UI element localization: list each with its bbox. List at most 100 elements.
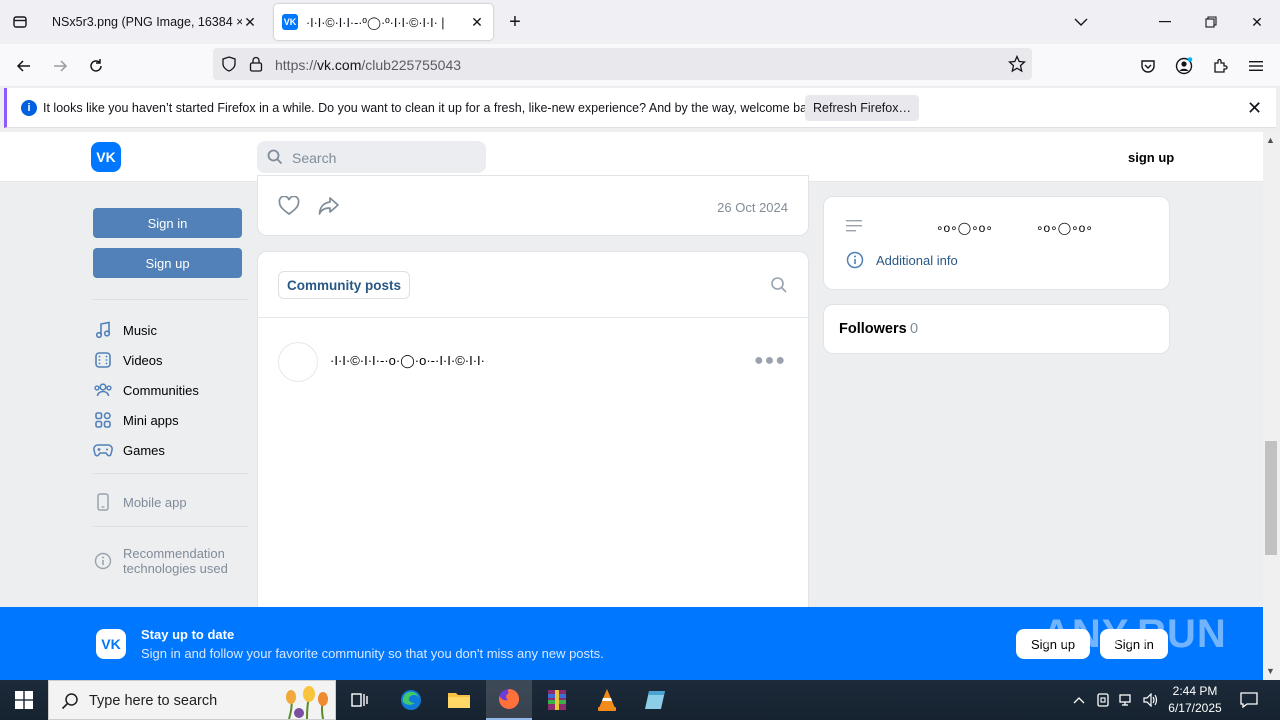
firefox-icon[interactable] [486,680,532,720]
tab-vk-club[interactable]: VK ·I·I·©·I·I·-·º◯·º·I·I·©·I·I· | ✕ [274,4,493,40]
music-icon [93,320,113,340]
taskbar-search-placeholder: Type here to search [89,693,218,709]
sidebar-item-label: Mobile app [123,494,187,510]
edge-browser-icon[interactable] [388,680,434,720]
clock-date: 6/17/2025 [1168,701,1222,715]
close-tab-icon[interactable]: ✕ [469,14,485,30]
games-icon [93,440,113,460]
tab-list-icon[interactable] [8,10,32,34]
sidebar-item-label: Videos [123,352,163,368]
additional-info-link[interactable]: Additional info [876,253,958,268]
scroll-up-icon[interactable]: ▲ [1266,135,1275,145]
search-icon[interactable] [770,276,788,297]
info-circle-icon [93,551,113,571]
info-icon: i [21,100,37,116]
account-icon[interactable] [1170,52,1198,80]
followers-label: Followers [839,321,907,337]
followers-card[interactable]: Followers 0 [823,304,1170,354]
sidebar-item-recommendation[interactable]: Recommendation technologies used [93,544,228,578]
page-scrollbar[interactable]: ▲ ▼ [1263,132,1280,680]
more-options-icon[interactable]: ●●● [754,352,786,370]
browser-nav-bar: https://vk.com/club225755043 [0,44,1280,86]
close-window-icon[interactable]: ✕ [1242,8,1272,36]
vk-search-input[interactable]: Search [257,141,486,173]
tab-png-image[interactable]: NSx5r3.png (PNG Image, 16384 × 1 ✕ [44,4,266,40]
search-icon [267,149,283,168]
reload-icon[interactable] [82,52,110,80]
banner-title: Stay up to date [141,627,235,642]
new-tab-icon[interactable]: + [504,10,526,34]
notification-center-icon[interactable] [1236,680,1262,720]
vlc-icon[interactable] [584,680,630,720]
avatar[interactable] [278,342,318,382]
extensions-icon[interactable] [1206,52,1234,80]
info-circle-icon [846,251,864,272]
restore-icon[interactable] [1196,8,1226,36]
post-date: 26 Oct 2024 [717,200,788,215]
scroll-down-icon[interactable]: ▼ [1266,666,1275,676]
header-signup-link[interactable]: sign up [1128,150,1174,165]
network-icon[interactable] [1116,680,1138,720]
task-view-icon[interactable] [337,680,383,720]
tab-title: NSx5r3.png (PNG Image, 16384 × 1 [52,15,242,29]
tab-community-posts[interactable]: Community posts [278,271,411,299]
sidebar-item-communities[interactable]: Communities [93,378,199,402]
url-text: https://vk.com/club225755043 [275,57,462,73]
search-placeholder: Search [292,150,337,166]
sidebar-item-mobile-app[interactable]: Mobile app [93,490,187,514]
sidebar-item-label: Music [123,322,157,338]
tab-title: ·I·I·©·I·I·-·º◯·º·I·I·©·I·I· | [306,15,445,30]
forward-arrow-icon[interactable] [46,52,74,80]
winrar-icon[interactable] [534,680,580,720]
sidebar-item-label: Mini apps [123,412,179,428]
pocket-icon[interactable] [1134,52,1162,80]
mini-apps-icon [93,410,113,430]
address-bar[interactable]: https://vk.com/club225755043 [213,48,1032,80]
notification-message: It looks like you haven’t started Firefo… [43,101,824,115]
lock-icon[interactable] [249,56,263,75]
file-explorer-icon[interactable] [436,680,482,720]
sidebar-item-videos[interactable]: Videos [93,348,163,372]
chevron-down-icon[interactable] [1066,8,1096,36]
search-icon [61,692,79,713]
close-notification-icon[interactable]: ✕ [1247,98,1262,119]
vk-favicon-icon: VK [282,14,298,30]
back-arrow-icon[interactable] [10,52,38,80]
volume-icon[interactable] [1140,680,1162,720]
community-status-text: ∘o∘◯∘o∘ [1036,221,1093,235]
clock-time: 2:44 PM [1172,684,1218,698]
banner-subtitle: Sign in and follow your favorite communi… [141,646,604,661]
share-arrow-icon[interactable] [318,196,340,219]
refresh-firefox-button[interactable]: Refresh Firefox… [805,95,919,121]
vk-logo-icon[interactable]: VK [91,142,121,172]
notepad-app-icon[interactable] [632,680,678,720]
signin-button[interactable]: Sign in [93,208,242,238]
sidebar-item-mini-apps[interactable]: Mini apps [93,408,179,432]
close-tab-icon[interactable]: ✕ [242,14,258,30]
sidebar-item-label: Games [123,442,165,458]
mobile-phone-icon [93,492,113,512]
minimize-icon[interactable] [1150,8,1180,36]
menu-hamburger-icon[interactable] [1242,52,1270,80]
tulips-decoration-icon [279,685,335,720]
device-icon[interactable] [1092,680,1114,720]
divider [93,473,248,474]
bookmark-star-icon[interactable] [1007,54,1027,76]
video-icon [93,350,113,370]
taskbar-search-input[interactable]: Type here to search [48,680,336,720]
community-posts-card: Community posts ·I·I·©·I·I·-·o·◯·o·-·I·I… [257,251,809,621]
chevron-up-icon[interactable] [1068,680,1090,720]
windows-start-icon[interactable] [0,680,48,720]
signup-button[interactable]: Sign up [93,248,242,278]
sidebar-item-label: Communities [123,382,199,398]
community-status-text: ∘o∘◯∘o∘ [936,221,993,235]
sidebar-item-music[interactable]: Music [93,318,157,342]
heart-icon[interactable] [278,195,300,219]
system-clock[interactable]: 2:44 PM 6/17/2025 [1160,683,1230,717]
anyrun-watermark: ANY.RUN [1042,612,1227,656]
post-author-name[interactable]: ·I·I·©·I·I·-·o·◯·o·-·I·I·©·I·I· [330,353,485,369]
divider [93,299,248,300]
tracking-shield-icon[interactable] [221,56,237,75]
scrollbar-thumb[interactable] [1265,441,1277,555]
sidebar-item-games[interactable]: Games [93,438,165,462]
